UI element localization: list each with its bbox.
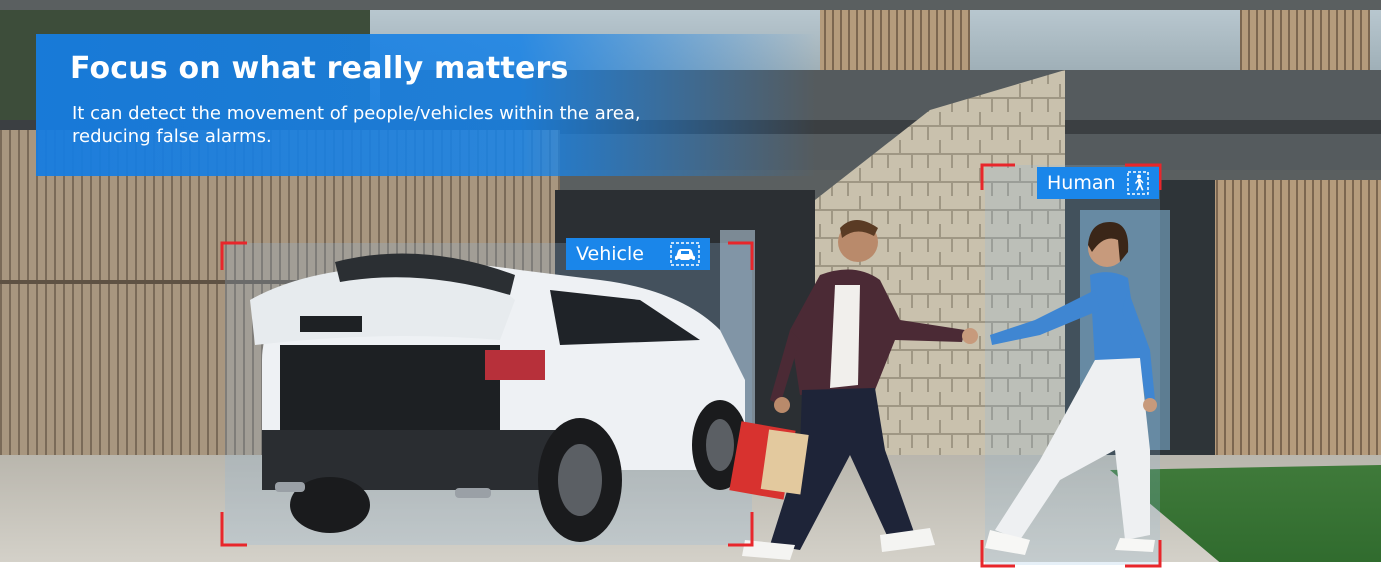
vehicle-tag-label: Vehicle	[576, 243, 644, 265]
walking-person-icon	[1127, 171, 1149, 195]
vehicle-detection-tag: Vehicle	[566, 238, 710, 270]
promo-scene: Focus on what really matters It can dete…	[0, 0, 1381, 571]
human-detection-tag: Human	[1037, 167, 1159, 199]
feature-description: It can detect the movement of people/veh…	[72, 103, 641, 147]
car-icon	[670, 242, 700, 266]
page-title: Focus on what really matters	[70, 51, 569, 86]
human-tag-label: Human	[1047, 172, 1116, 194]
